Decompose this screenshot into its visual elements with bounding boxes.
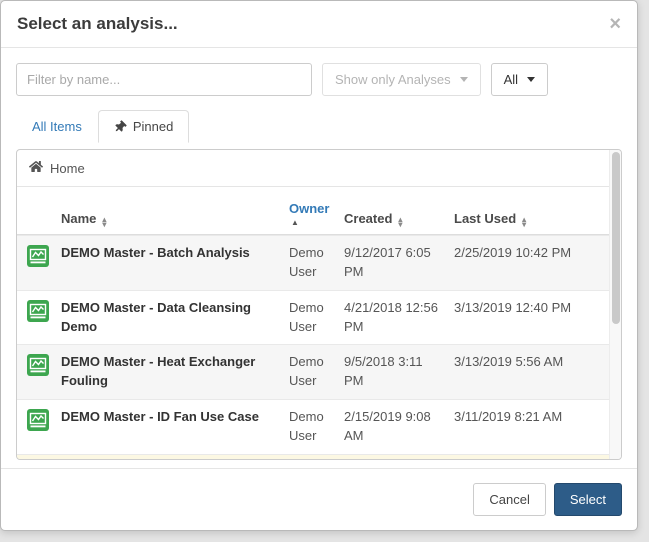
sort-icon: ▴▾ — [398, 217, 402, 227]
home-icon — [29, 160, 43, 176]
table-row[interactable]: DEMO Master - Data Cleansing Demo Demo U… — [17, 290, 609, 345]
tab-all-items-label: All Items — [32, 119, 82, 134]
sort-ascending-icon: ▲ — [291, 218, 299, 227]
row-created: 2/15/2019 9:08 AM — [344, 408, 454, 446]
row-owner: Demo User — [289, 353, 344, 391]
analysis-icon — [27, 245, 51, 270]
column-owner-label: Owner — [289, 201, 329, 216]
column-created-label: Created — [344, 211, 392, 226]
row-owner: Demo User — [289, 408, 344, 446]
select-analysis-modal: Select an analysis... × Show only Analys… — [0, 0, 638, 531]
modal-body: Show only Analyses All All Items Pinned — [1, 48, 637, 468]
items-panel: Home Name ▴▾ Owner ▲ Created ▴▾ Last Used ▴… — [16, 149, 622, 460]
column-last-used-label: Last Used — [454, 211, 516, 226]
modal-header: Select an analysis... × — [1, 1, 637, 48]
scope-dropdown-label: All — [504, 72, 518, 87]
scrollbar-thumb[interactable] — [612, 152, 620, 324]
row-name: DEMO Master - ID Fan Use Case — [61, 408, 289, 427]
table-row[interactable]: DEMO Master - Process Monitor Demo 4/20/… — [17, 454, 609, 459]
analysis-icon — [27, 354, 51, 379]
row-last-used: 3/13/2019 5:56 AM — [454, 353, 572, 372]
row-last-used: 3/11/2019 8:21 AM — [454, 408, 572, 427]
scope-dropdown[interactable]: All — [491, 63, 548, 96]
pin-icon — [111, 118, 128, 135]
breadcrumb[interactable]: Home — [17, 150, 609, 187]
select-button[interactable]: Select — [554, 483, 622, 516]
tab-all-items[interactable]: All Items — [16, 110, 98, 143]
sort-icon: ▴▾ — [102, 217, 106, 227]
column-name-label: Name — [61, 211, 96, 226]
row-name: DEMO Master - Data Cleansing Demo — [61, 299, 289, 337]
breadcrumb-home-label: Home — [50, 161, 85, 176]
row-created: 4/21/2018 12:56 PM — [344, 299, 454, 337]
show-only-analyses-dropdown[interactable]: Show only Analyses — [322, 63, 481, 96]
row-last-used: 3/13/2019 12:40 PM — [454, 299, 572, 318]
column-header-created[interactable]: Created ▴▾ — [344, 211, 454, 227]
table-body: DEMO Master - Batch Analysis Demo User 9… — [17, 235, 609, 459]
row-owner: Demo User — [289, 244, 344, 282]
show-only-analyses-label: Show only Analyses — [335, 72, 451, 87]
row-created: 9/5/2018 3:11 PM — [344, 353, 454, 391]
table-row[interactable]: DEMO Master - Heat Exchanger Fouling Dem… — [17, 344, 609, 399]
modal-title: Select an analysis... — [17, 14, 178, 34]
row-last-used: 2/25/2019 10:42 PM — [454, 244, 572, 263]
column-header-name[interactable]: Name ▴▾ — [61, 211, 289, 227]
modal-footer: Cancel Select — [1, 468, 637, 530]
cancel-button[interactable]: Cancel — [473, 483, 545, 516]
analysis-icon — [27, 300, 51, 325]
chevron-down-icon — [527, 77, 535, 82]
chevron-down-icon — [460, 77, 468, 82]
tab-pinned[interactable]: Pinned — [98, 110, 189, 143]
tab-pinned-label: Pinned — [133, 119, 173, 134]
column-header-owner[interactable]: Owner ▲ — [289, 201, 344, 227]
analysis-icon — [27, 409, 51, 434]
scrollbar[interactable] — [609, 150, 621, 459]
row-created: 9/12/2017 6:05 PM — [344, 244, 454, 282]
row-owner: Demo User — [289, 299, 344, 337]
tab-bar: All Items Pinned — [16, 110, 622, 143]
table-row[interactable]: DEMO Master - Batch Analysis Demo User 9… — [17, 235, 609, 290]
close-icon[interactable]: × — [609, 14, 621, 34]
filter-row: Show only Analyses All — [16, 63, 622, 96]
sort-icon: ▴▾ — [522, 217, 526, 227]
column-header-last-used[interactable]: Last Used ▴▾ — [454, 211, 572, 227]
items-panel-content: Home Name ▴▾ Owner ▲ Created ▴▾ Last Used ▴… — [17, 150, 609, 459]
table-row[interactable]: DEMO Master - ID Fan Use Case Demo User … — [17, 399, 609, 454]
filter-by-name-input[interactable] — [16, 63, 312, 96]
row-name: DEMO Master - Batch Analysis — [61, 244, 289, 263]
table-header-row: Name ▴▾ Owner ▲ Created ▴▾ Last Used ▴▾ — [17, 187, 609, 235]
row-name: DEMO Master - Heat Exchanger Fouling — [61, 353, 289, 391]
